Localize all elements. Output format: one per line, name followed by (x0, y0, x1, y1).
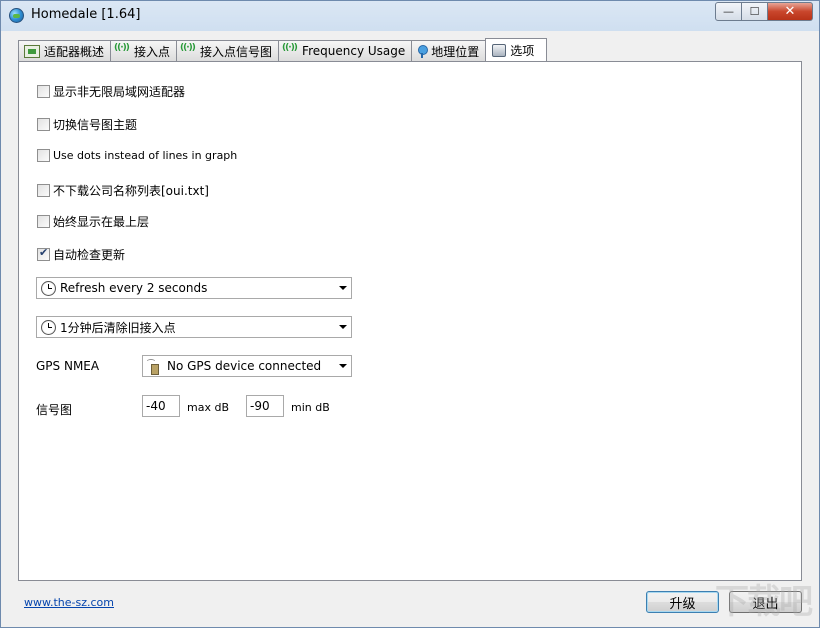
checkbox-use-dots[interactable]: Use dots instead of lines in graph (37, 149, 237, 162)
gps-icon (147, 359, 161, 375)
checkbox-label: 自动检查更新 (53, 248, 126, 262)
pin-icon (417, 44, 429, 58)
checkbox-box[interactable] (37, 149, 50, 162)
close-button[interactable]: ✕ (768, 2, 813, 21)
checkbox-label: 不下载公司名称列表[oui.txt] (53, 184, 209, 198)
checkbox-box[interactable] (37, 246, 50, 261)
window-title: Homedale [1.64] (31, 7, 141, 22)
watermark: 下载吧 (715, 582, 813, 622)
select-value: Refresh every 2 seconds (60, 281, 208, 295)
window-controls: — ☐ ✕ (715, 2, 813, 21)
wifi-icon (114, 43, 130, 58)
checkbox-box[interactable] (37, 184, 50, 197)
tab-label: 选项 (510, 43, 535, 58)
checkbox-label: 始终显示在最上层 (53, 215, 150, 229)
website-link[interactable]: www.the-sz.com (24, 596, 114, 609)
checkbox-always-on-top[interactable]: 始终显示在最上层 (37, 213, 149, 230)
tab-bar: 适配器概述 接入点 接入点信号图 Frequency Usage 地理位置 选项 (18, 38, 548, 61)
tab-label: 适配器概述 (44, 44, 105, 59)
chevron-down-icon (339, 286, 347, 290)
tab-label: 接入点 (134, 44, 171, 59)
wifi-icon (282, 43, 298, 58)
maximize-button[interactable]: ☐ (742, 2, 768, 21)
checkbox-box[interactable] (37, 85, 50, 98)
options-icon (492, 43, 507, 57)
tab-location[interactable]: 地理位置 (411, 40, 487, 61)
checkbox-switch-graph-theme[interactable]: 切换信号图主题 (37, 116, 137, 133)
tab-frequency-usage[interactable]: Frequency Usage (278, 40, 413, 61)
tab-signal-graph[interactable]: 接入点信号图 (176, 40, 280, 61)
refresh-interval-select[interactable]: Refresh every 2 seconds (36, 277, 352, 299)
tab-label: 地理位置 (431, 44, 480, 59)
globe-icon (9, 8, 24, 23)
chevron-down-icon (339, 364, 347, 368)
max-db-label: max dB (187, 401, 229, 414)
checkbox-no-oui-download[interactable]: 不下载公司名称列表[oui.txt] (37, 182, 209, 199)
checkbox-show-non-wlan[interactable]: 显示非无限局域网适配器 (37, 83, 185, 100)
tab-options[interactable]: 选项 (485, 38, 548, 61)
tab-label: 接入点信号图 (200, 44, 273, 59)
tab-label: Frequency Usage (302, 44, 406, 58)
wifi-icon (180, 43, 196, 58)
tab-access-points[interactable]: 接入点 (110, 40, 178, 61)
checkbox-auto-update[interactable]: 自动检查更新 (37, 246, 125, 263)
chevron-down-icon (339, 325, 347, 329)
max-db-input[interactable]: -40 (142, 395, 180, 417)
signal-graph-label: 信号图 (36, 403, 73, 417)
gps-label: GPS NMEA (36, 359, 100, 373)
upgrade-button[interactable]: 升级 (646, 591, 719, 613)
gps-device-select[interactable]: No GPS device connected (142, 355, 352, 377)
app-window: Homedale [1.64] — ☐ ✕ 适配器概述 接入点 接入点信号图 F… (0, 0, 820, 628)
minimize-button[interactable]: — (715, 2, 742, 21)
clear-old-ap-select[interactable]: 1分钟后清除旧接入点 (36, 316, 352, 338)
select-value: No GPS device connected (167, 359, 322, 373)
min-db-label: min dB (291, 401, 330, 414)
clock-icon (41, 280, 56, 296)
tab-adapter-overview[interactable]: 适配器概述 (18, 40, 112, 61)
options-panel: 显示非无限局域网适配器 切换信号图主题 Use dots instead of … (18, 61, 802, 581)
select-value: 1分钟后清除旧接入点 (60, 320, 176, 335)
min-db-input[interactable]: -90 (246, 395, 284, 417)
checkbox-label: 显示非无限局域网适配器 (53, 85, 186, 99)
checkbox-box[interactable] (37, 118, 50, 131)
adapter-icon (24, 44, 40, 58)
checkbox-label: 切换信号图主题 (53, 118, 138, 132)
title-bar[interactable]: Homedale [1.64] — ☐ ✕ (1, 1, 819, 31)
checkbox-label: Use dots instead of lines in graph (53, 149, 238, 162)
clock-icon (41, 319, 56, 335)
checkbox-box[interactable] (37, 215, 50, 228)
